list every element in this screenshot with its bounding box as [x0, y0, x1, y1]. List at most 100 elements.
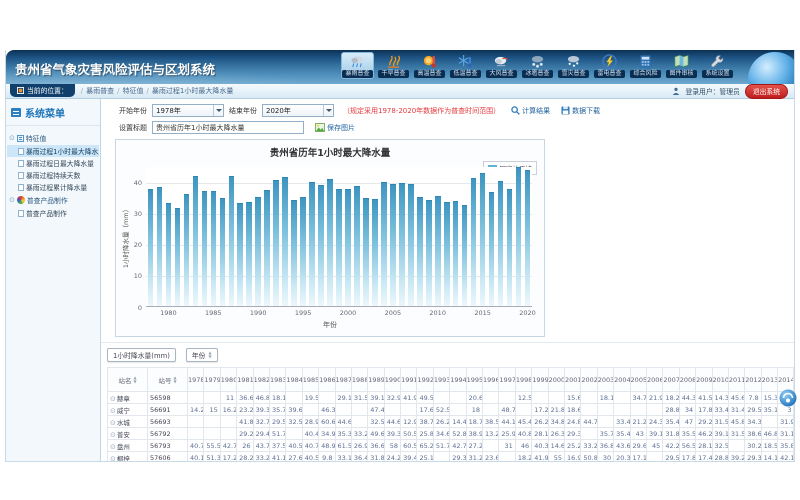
chart-bar[interactable]: [345, 189, 351, 306]
tree-item[interactable]: 普查产品制作: [7, 207, 99, 219]
nav-item-wind[interactable]: 大风普查: [485, 52, 518, 79]
nav-item-settings[interactable]: 系统设置: [701, 52, 734, 79]
chart-bar[interactable]: [202, 191, 208, 306]
chart-bar[interactable]: [489, 192, 495, 307]
chart-bar[interactable]: [273, 180, 279, 306]
tree-item[interactable]: 暴雨过程1小时最大降水量: [7, 145, 99, 157]
chart-bar[interactable]: [336, 189, 342, 306]
chart-bar[interactable]: [444, 202, 450, 306]
chart-bar[interactable]: [211, 191, 217, 306]
value-cell: 38.9: [466, 428, 482, 440]
row-expand-icon[interactable]: ⊙: [110, 443, 116, 451]
nav-item-audit[interactable]: 图件审核: [665, 52, 698, 79]
chart-bar[interactable]: [480, 173, 486, 306]
chart-bar[interactable]: [193, 176, 199, 306]
save-image-button[interactable]: 保存图片: [315, 123, 355, 133]
chart-bar[interactable]: [157, 187, 163, 306]
chart-bar[interactable]: [435, 196, 441, 306]
station-name-header[interactable]: 站名▲▼: [108, 368, 148, 392]
chart-bar[interactable]: [246, 202, 252, 306]
chart-bar[interactable]: [309, 182, 315, 306]
chart-bar[interactable]: [264, 190, 270, 306]
nav-item-lightning[interactable]: 雷电普查: [593, 52, 626, 79]
chart-bar[interactable]: [327, 179, 333, 306]
nav-item-snow[interactable]: 雪灾普查: [557, 52, 590, 79]
logout-button[interactable]: 退出系统: [745, 84, 788, 99]
chart-bar[interactable]: [507, 189, 513, 306]
value-cell: 31.5: [712, 416, 728, 428]
end-year-select[interactable]: 2020年: [262, 104, 334, 117]
breadcrumb-separator: /: [147, 87, 149, 95]
chart-bar[interactable]: [282, 177, 288, 306]
station-name-cell[interactable]: ⊙水城: [108, 416, 148, 428]
tree-item[interactable]: 暴雨过程日最大降水量: [7, 157, 99, 169]
chart-bar[interactable]: [291, 200, 297, 306]
download-button[interactable]: 数据下载: [561, 106, 600, 116]
chart-bar[interactable]: [471, 178, 477, 306]
station-name-cell[interactable]: ⊙盘州: [108, 440, 148, 452]
station-name-cell[interactable]: ⊙普安: [108, 428, 148, 440]
row-expand-icon[interactable]: ⊙: [110, 395, 116, 403]
value-cell: [384, 404, 400, 416]
chart-bar[interactable]: [453, 201, 459, 306]
value-cell: 29.3: [450, 452, 466, 462]
expand-icon[interactable]: ⊙: [9, 135, 15, 142]
chart-bar[interactable]: [525, 170, 531, 306]
value-cell: 32.5: [712, 440, 728, 452]
chart-bar[interactable]: [363, 198, 369, 306]
chart-bar[interactable]: [381, 182, 387, 306]
calculate-button[interactable]: 计算结果: [511, 106, 550, 116]
nav-item-high-temp[interactable]: 高温普查: [413, 52, 446, 79]
chart-bar[interactable]: [354, 186, 360, 306]
chart-bar[interactable]: [237, 203, 243, 306]
chart-bar[interactable]: [184, 194, 190, 306]
nav-item-rainstorm[interactable]: 暴雨普查: [341, 52, 374, 79]
chart-bar[interactable]: [462, 205, 468, 306]
chart-bar[interactable]: [166, 203, 172, 306]
chart-bar[interactable]: [300, 197, 306, 306]
chart-bar[interactable]: [498, 181, 504, 306]
value-cell: 29.2: [696, 416, 712, 428]
chart-bar[interactable]: [426, 200, 432, 306]
chart-bar[interactable]: [229, 176, 235, 306]
tree-group-1[interactable]: ⊙普查产品制作: [7, 193, 99, 207]
nav-item-hail[interactable]: 冰雹普查: [521, 52, 554, 79]
nav-item-drought[interactable]: 干旱普查: [377, 52, 410, 79]
row-expand-icon[interactable]: ⊙: [110, 419, 116, 427]
year-sort-chip[interactable]: 年份 ▲▼: [186, 348, 218, 362]
chart-bar[interactable]: [372, 199, 378, 306]
breadcrumb-item[interactable]: 暴雨过程1小时最大降水量: [152, 86, 233, 96]
tree-item[interactable]: 暴雨过程累计降水量: [7, 181, 99, 193]
row-expand-icon[interactable]: ⊙: [110, 431, 116, 439]
chart-bar[interactable]: [399, 183, 405, 307]
chart-bar[interactable]: [408, 184, 414, 306]
value-cell: 60.6: [319, 416, 335, 428]
station-name-cell[interactable]: ⊙桐梓: [108, 452, 148, 462]
measure-chip[interactable]: 1小时降水量(mm): [107, 348, 176, 362]
start-year-select[interactable]: 1978年: [152, 104, 224, 117]
tree-item[interactable]: 暴雨过程持续天数: [7, 169, 99, 181]
chart-bar[interactable]: [318, 185, 324, 306]
tree-group-0[interactable]: ⊙特征值: [7, 131, 99, 145]
floating-assistant-icon[interactable]: [779, 389, 797, 407]
breadcrumb-item[interactable]: 暴雨普查: [86, 86, 114, 96]
station-id-header[interactable]: 站号▲▼: [148, 368, 188, 392]
value-cell: 12.5: [515, 392, 531, 404]
chart-bar[interactable]: [148, 189, 154, 306]
chart-title-input[interactable]: [152, 121, 304, 134]
year-column-header: 1991: [401, 368, 417, 392]
row-expand-icon[interactable]: ⊙: [110, 407, 116, 415]
expand-icon[interactable]: ⊙: [9, 197, 15, 204]
nav-item-low-temp[interactable]: 低温普查: [449, 52, 482, 79]
station-name-cell[interactable]: ⊙赫章: [108, 392, 148, 404]
chart-bar[interactable]: [175, 208, 181, 306]
chart-bar[interactable]: [255, 197, 261, 306]
chart-bar[interactable]: [390, 184, 396, 306]
chart-bar[interactable]: [220, 198, 226, 306]
station-name-cell[interactable]: ⊙威宁: [108, 404, 148, 416]
chart-bar[interactable]: [516, 167, 522, 306]
row-expand-icon[interactable]: ⊙: [110, 455, 116, 462]
nav-item-risk[interactable]: 综合风险: [629, 52, 662, 79]
chart-bar[interactable]: [417, 197, 423, 306]
breadcrumb-item[interactable]: 特征值: [123, 86, 144, 96]
